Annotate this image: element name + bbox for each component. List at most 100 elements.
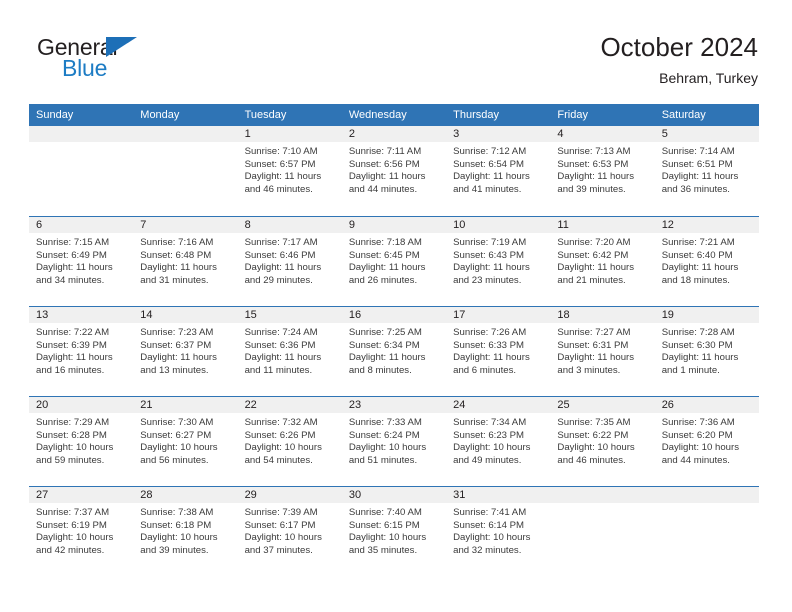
sunset-text: Sunset: 6:22 PM — [557, 429, 629, 441]
daylight-text-line1: Daylight: 10 hours — [140, 442, 218, 454]
daylight-text-line1: Daylight: 11 hours — [661, 262, 739, 274]
day-cell[interactable] — [654, 487, 759, 576]
sunset-text: Sunset: 6:18 PM — [140, 519, 212, 531]
day-cell[interactable]: 16 Sunrise: 7:25 AM Sunset: 6:34 PM Dayl… — [341, 307, 447, 396]
daylight-text-line1: Daylight: 11 hours — [661, 171, 739, 183]
day-cell[interactable]: 14 Sunrise: 7:23 AM Sunset: 6:37 PM Dayl… — [133, 307, 238, 396]
day-cell[interactable]: 30 Sunrise: 7:40 AM Sunset: 6:15 PM Dayl… — [341, 487, 447, 576]
day-details: Sunrise: 7:28 AM Sunset: 6:30 PM Dayligh… — [655, 323, 759, 377]
day-cell[interactable]: 26 Sunrise: 7:36 AM Sunset: 6:20 PM Dayl… — [654, 397, 759, 486]
calendar-table: Sunday Monday Tuesday Wednesday Thursday… — [29, 104, 759, 576]
day-details: Sunrise: 7:22 AM Sunset: 6:39 PM Dayligh… — [29, 323, 133, 377]
sunrise-text: Sunrise: 7:14 AM — [661, 146, 735, 157]
day-cell[interactable]: 2 Sunrise: 7:11 AM Sunset: 6:56 PM Dayli… — [341, 126, 447, 216]
day-cell[interactable]: 11 Sunrise: 7:20 AM Sunset: 6:42 PM Dayl… — [550, 217, 655, 306]
sunrise-text: Sunrise: 7:23 AM — [140, 327, 214, 338]
daylight-text-line1: Daylight: 11 hours — [453, 262, 530, 274]
daylight-text-line1: Daylight: 11 hours — [36, 262, 113, 274]
sunset-text: Sunset: 6:49 PM — [36, 249, 107, 261]
sunrise-text: Sunrise: 7:29 AM — [36, 417, 110, 428]
day-cell[interactable]: 6 Sunrise: 7:15 AM Sunset: 6:49 PM Dayli… — [29, 217, 134, 306]
sunrise-text: Sunrise: 7:18 AM — [348, 237, 422, 248]
day-details: Sunrise: 7:19 AM Sunset: 6:43 PM Dayligh… — [446, 233, 550, 287]
week-row: 1 Sunrise: 7:10 AM Sunset: 6:57 PM Dayli… — [29, 126, 759, 216]
title-block: October 2024 Behram, Turkey — [600, 30, 758, 88]
day-cell[interactable]: 5 Sunrise: 7:14 AM Sunset: 6:51 PM Dayli… — [654, 126, 759, 216]
sunset-text: Sunset: 6:15 PM — [348, 519, 420, 531]
day-number — [550, 487, 655, 503]
day-cell[interactable]: 12 Sunrise: 7:21 AM Sunset: 6:40 PM Dayl… — [654, 217, 759, 306]
week-row: 20 Sunrise: 7:29 AM Sunset: 6:28 PM Dayl… — [29, 396, 759, 486]
day-cell[interactable] — [133, 126, 238, 216]
day-number: 10 — [446, 217, 551, 233]
day-cell[interactable]: 10 Sunrise: 7:19 AM Sunset: 6:43 PM Dayl… — [446, 217, 551, 306]
day-cell[interactable]: 1 Sunrise: 7:10 AM Sunset: 6:57 PM Dayli… — [237, 126, 342, 216]
day-cell[interactable]: 28 Sunrise: 7:38 AM Sunset: 6:18 PM Dayl… — [133, 487, 238, 576]
day-cell[interactable]: 18 Sunrise: 7:27 AM Sunset: 6:31 PM Dayl… — [550, 307, 655, 396]
day-number: 18 — [550, 307, 655, 323]
sunrise-text: Sunrise: 7:36 AM — [661, 417, 735, 428]
daylight-text-line2: and 32 minutes. — [453, 544, 522, 556]
daylight-text-line2: and 54 minutes. — [244, 454, 313, 466]
weekday-header-monday: Monday — [140, 109, 180, 121]
sunset-text: Sunset: 6:28 PM — [36, 429, 107, 441]
day-cell[interactable]: 29 Sunrise: 7:39 AM Sunset: 6:17 PM Dayl… — [237, 487, 342, 576]
day-cell[interactable]: 24 Sunrise: 7:34 AM Sunset: 6:23 PM Dayl… — [446, 397, 551, 486]
day-details: Sunrise: 7:41 AM Sunset: 6:14 PM Dayligh… — [446, 503, 550, 557]
daylight-text-line1: Daylight: 10 hours — [348, 442, 427, 454]
day-number: 12 — [654, 217, 759, 233]
sunrise-text: Sunrise: 7:33 AM — [348, 417, 422, 428]
daylight-text-line2: and 39 minutes. — [140, 544, 209, 556]
day-details: Sunrise: 7:27 AM Sunset: 6:31 PM Dayligh… — [550, 323, 654, 377]
day-cell[interactable]: 22 Sunrise: 7:32 AM Sunset: 6:26 PM Dayl… — [237, 397, 342, 486]
day-cell[interactable] — [550, 487, 655, 576]
day-number: 24 — [446, 397, 551, 413]
sunset-text: Sunset: 6:19 PM — [36, 519, 107, 531]
day-details — [550, 503, 654, 507]
day-cell[interactable]: 21 Sunrise: 7:30 AM Sunset: 6:27 PM Dayl… — [133, 397, 238, 486]
day-cell[interactable]: 25 Sunrise: 7:35 AM Sunset: 6:22 PM Dayl… — [550, 397, 655, 486]
day-cell[interactable]: 13 Sunrise: 7:22 AM Sunset: 6:39 PM Dayl… — [29, 307, 134, 396]
day-number: 15 — [237, 307, 342, 323]
day-cell[interactable]: 4 Sunrise: 7:13 AM Sunset: 6:53 PM Dayli… — [550, 126, 655, 216]
day-details: Sunrise: 7:40 AM Sunset: 6:15 PM Dayligh… — [342, 503, 446, 557]
day-cell[interactable]: 17 Sunrise: 7:26 AM Sunset: 6:33 PM Dayl… — [446, 307, 551, 396]
brand-logo[interactable]: General Blue — [34, 34, 234, 90]
sunrise-text: Sunrise: 7:11 AM — [348, 146, 422, 157]
daylight-text-line1: Daylight: 11 hours — [36, 352, 113, 364]
day-number: 20 — [29, 397, 134, 413]
daylight-text-line1: Daylight: 11 hours — [557, 171, 635, 183]
day-number: 4 — [550, 126, 655, 142]
day-cell[interactable]: 19 Sunrise: 7:28 AM Sunset: 6:30 PM Dayl… — [654, 307, 759, 396]
day-cell[interactable]: 31 Sunrise: 7:41 AM Sunset: 6:14 PM Dayl… — [446, 487, 551, 576]
day-cell[interactable]: 9 Sunrise: 7:18 AM Sunset: 6:45 PM Dayli… — [341, 217, 447, 306]
daylight-text-line2: and 36 minutes. — [661, 183, 730, 195]
day-cell[interactable]: 23 Sunrise: 7:33 AM Sunset: 6:24 PM Dayl… — [341, 397, 447, 486]
day-cell[interactable]: 3 Sunrise: 7:12 AM Sunset: 6:54 PM Dayli… — [446, 126, 551, 216]
sunset-text: Sunset: 6:43 PM — [453, 249, 525, 261]
day-cell[interactable]: 7 Sunrise: 7:16 AM Sunset: 6:48 PM Dayli… — [133, 217, 238, 306]
day-number: 29 — [237, 487, 342, 503]
day-details: Sunrise: 7:15 AM Sunset: 6:49 PM Dayligh… — [29, 233, 133, 287]
day-details: Sunrise: 7:34 AM Sunset: 6:23 PM Dayligh… — [446, 413, 550, 467]
day-number: 23 — [341, 397, 447, 413]
daylight-text-line2: and 42 minutes. — [36, 544, 105, 556]
day-cell[interactable]: 8 Sunrise: 7:17 AM Sunset: 6:46 PM Dayli… — [237, 217, 342, 306]
day-number: 2 — [341, 126, 447, 142]
day-number — [29, 126, 134, 142]
day-cell[interactable]: 27 Sunrise: 7:37 AM Sunset: 6:19 PM Dayl… — [29, 487, 134, 576]
daylight-text-line2: and 6 minutes. — [453, 364, 517, 376]
daylight-text-line2: and 37 minutes. — [244, 544, 313, 556]
page-subtitle: Behram, Turkey — [659, 70, 758, 86]
daylight-text-line1: Daylight: 11 hours — [557, 262, 635, 274]
day-cell[interactable] — [29, 126, 134, 216]
day-number: 22 — [237, 397, 342, 413]
sunrise-text: Sunrise: 7:35 AM — [557, 417, 631, 428]
sunrise-text: Sunrise: 7:38 AM — [140, 507, 214, 518]
day-cell[interactable]: 15 Sunrise: 7:24 AM Sunset: 6:36 PM Dayl… — [237, 307, 342, 396]
day-cell[interactable]: 20 Sunrise: 7:29 AM Sunset: 6:28 PM Dayl… — [29, 397, 134, 486]
sunset-text: Sunset: 6:37 PM — [140, 339, 212, 351]
sunset-text: Sunset: 6:56 PM — [348, 158, 420, 170]
daylight-text-line1: Daylight: 11 hours — [140, 262, 217, 274]
week-row: 13 Sunrise: 7:22 AM Sunset: 6:39 PM Dayl… — [29, 306, 759, 396]
